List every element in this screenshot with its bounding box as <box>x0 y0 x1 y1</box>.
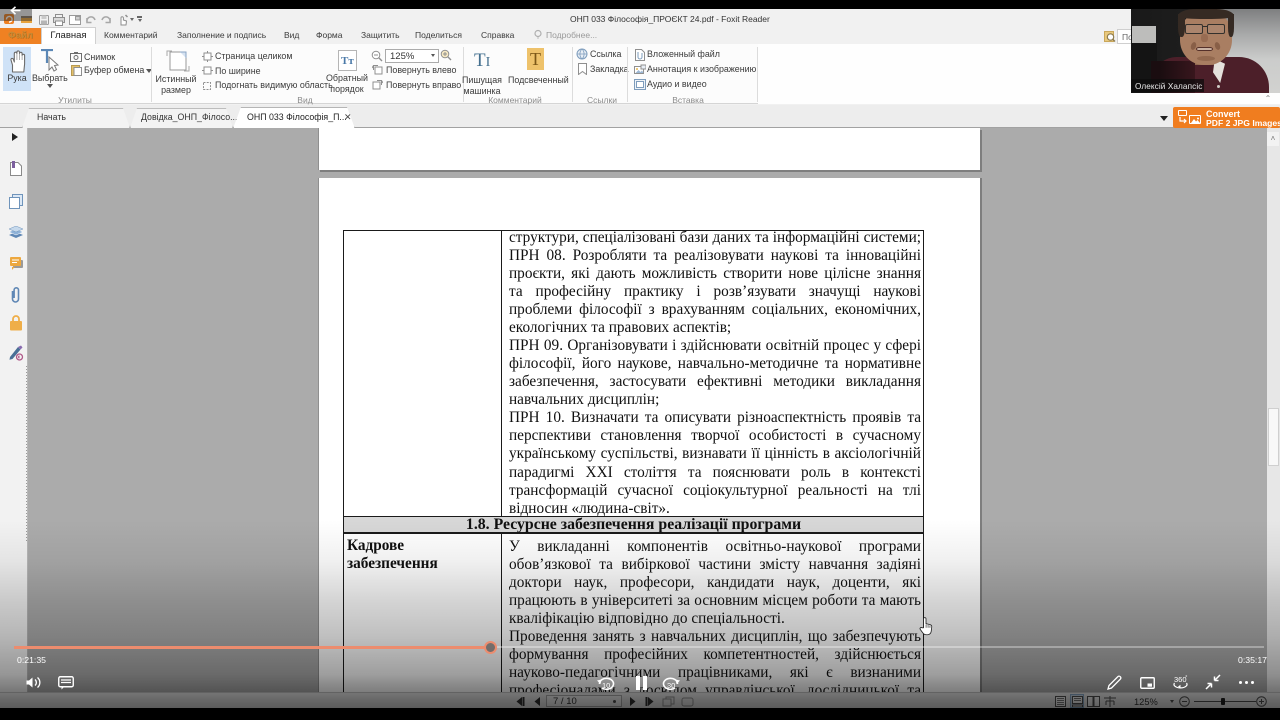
svg-text:Тт: Тт <box>341 55 354 67</box>
